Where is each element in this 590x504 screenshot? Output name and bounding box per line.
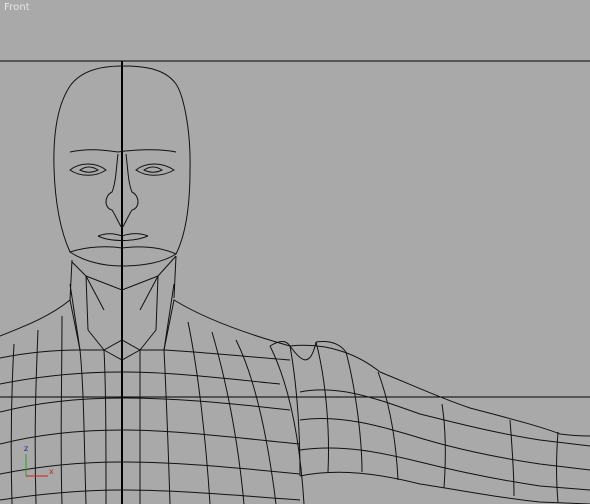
torso-vertical-1: [10, 343, 15, 504]
axis-gizmo: z x: [24, 444, 54, 477]
arm-loop-6: [509, 419, 515, 497]
torso-vertical-3: [60, 315, 63, 504]
chest-loop-5: [0, 461, 301, 475]
arm-loop-5: [441, 403, 446, 489]
front-viewport[interactable]: Front z x: [0, 0, 590, 504]
chest-loop-1: [0, 349, 291, 361]
arm-loop-3: [345, 351, 363, 473]
arm-loop-4: [377, 371, 399, 481]
shoulder-detail: [269, 341, 347, 361]
x-axis-label: x: [49, 467, 54, 476]
right-eye-inner: [143, 166, 163, 173]
right-eye: [135, 163, 175, 176]
torso-vertical-2: [34, 329, 39, 504]
torso-vertical-10: [235, 339, 277, 504]
torso-vertical-9: [211, 331, 245, 504]
guide-lines: [0, 60, 590, 504]
wireframe-mesh[interactable]: z x: [0, 0, 590, 504]
collar: [0, 299, 291, 351]
chest-loop-6: [0, 489, 301, 501]
model-wireframe: [0, 65, 590, 504]
torso-vertical-5: [103, 349, 107, 504]
chest-loop-3: [0, 397, 291, 413]
chest-loop-4: [0, 429, 301, 445]
torso-vertical-8: [187, 321, 211, 504]
left-eye: [69, 163, 107, 176]
arm-loop-2: [315, 341, 329, 473]
z-axis-label: z: [24, 444, 28, 453]
left-eye-inner: [79, 166, 99, 173]
